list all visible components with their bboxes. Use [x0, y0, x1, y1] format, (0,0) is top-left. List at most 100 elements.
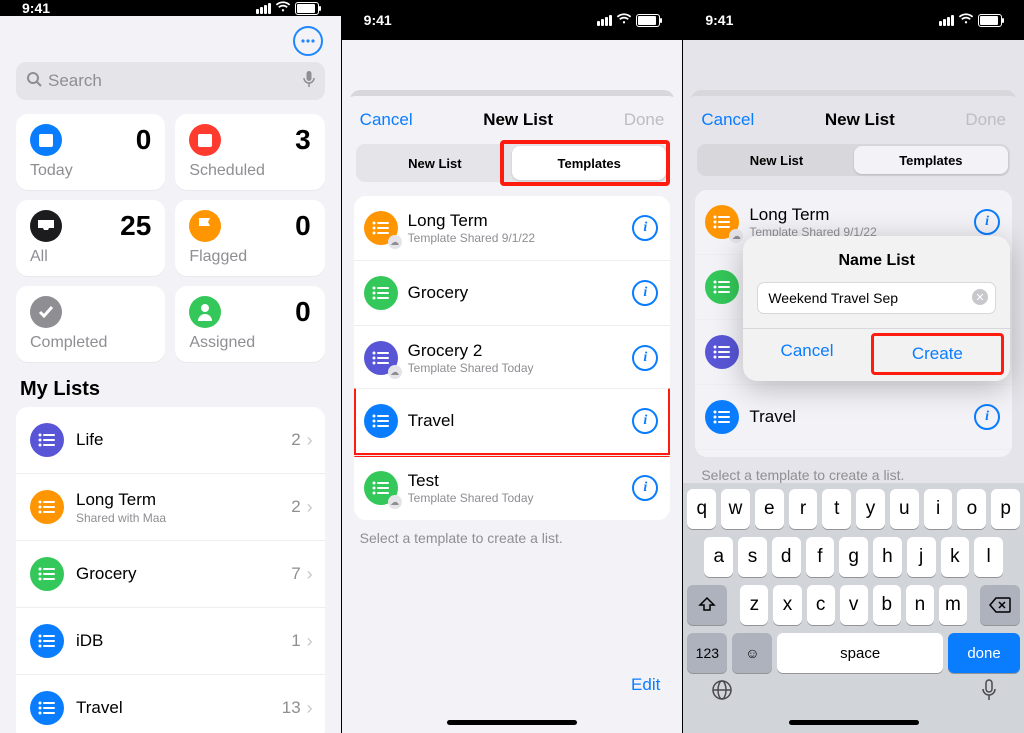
chevron-icon: ›	[307, 497, 313, 518]
more-button[interactable]	[293, 26, 323, 56]
count: 0	[295, 210, 311, 242]
keyboard-done-key[interactable]: done	[948, 633, 1020, 673]
key-i[interactable]: i	[924, 489, 953, 529]
key-q[interactable]: q	[687, 489, 716, 529]
key-j[interactable]: j	[907, 537, 936, 577]
list-count: 2	[291, 497, 300, 517]
key-l[interactable]: l	[974, 537, 1003, 577]
modal-title: New List	[483, 110, 553, 130]
space-key[interactable]: space	[777, 633, 943, 673]
key-s[interactable]: s	[738, 537, 767, 577]
template-row[interactable]: Groceryi	[354, 260, 671, 325]
list-icon	[30, 423, 64, 457]
list-icon	[364, 404, 398, 438]
globe-icon[interactable]	[711, 679, 733, 707]
list-sub: Shared with Maa	[76, 511, 291, 525]
list-icon	[30, 624, 64, 658]
screen-reminders-home: 9:41 Search 0Today3Scheduled25All0Flagge…	[0, 0, 341, 733]
key-p[interactable]: p	[991, 489, 1020, 529]
list-name: Life	[76, 430, 291, 450]
key-k[interactable]: k	[941, 537, 970, 577]
key-v[interactable]: v	[840, 585, 868, 625]
key-e[interactable]: e	[755, 489, 784, 529]
edit-button[interactable]: Edit	[609, 675, 682, 705]
home-indicator	[789, 720, 919, 725]
smart-flagged[interactable]: 0Flagged	[175, 200, 324, 276]
key-z[interactable]: z	[740, 585, 768, 625]
home-indicator	[447, 720, 577, 725]
key-g[interactable]: g	[839, 537, 868, 577]
list-row[interactable]: iDB1›	[16, 607, 325, 674]
key-x[interactable]: x	[773, 585, 801, 625]
seg-new-list[interactable]: New List	[358, 146, 512, 180]
info-icon[interactable]: i	[632, 408, 658, 434]
status-time: 9:41	[22, 0, 50, 16]
template-sub: Template Shared 9/1/22	[408, 231, 633, 245]
list-row[interactable]: Long TermShared with Maa2›	[16, 473, 325, 540]
info-icon[interactable]: i	[632, 280, 658, 306]
dialog-cancel-button[interactable]: Cancel	[743, 329, 870, 381]
key-y[interactable]: y	[856, 489, 885, 529]
seg-templates[interactable]: Templates	[512, 146, 666, 180]
shared-badge-icon: ☁	[388, 495, 402, 509]
smart-all[interactable]: 25All	[16, 200, 165, 276]
key-d[interactable]: d	[772, 537, 801, 577]
info-icon[interactable]: i	[632, 345, 658, 371]
list-row[interactable]: Life2›	[16, 407, 325, 473]
key-b[interactable]: b	[873, 585, 901, 625]
list-row[interactable]: Grocery7›	[16, 540, 325, 607]
dialog-create-button[interactable]: Create	[871, 333, 1004, 375]
list-row[interactable]: Travel13›	[16, 674, 325, 733]
template-row[interactable]: ☁Long TermTemplate Shared 9/1/22i	[354, 196, 671, 260]
key-w[interactable]: w	[721, 489, 750, 529]
shift-key[interactable]	[687, 585, 727, 625]
info-icon[interactable]: i	[632, 475, 658, 501]
status-bar: 9:41	[683, 0, 1024, 40]
chevron-icon: ›	[307, 564, 313, 585]
smart-scheduled[interactable]: 3Scheduled	[175, 114, 324, 190]
label: Scheduled	[189, 162, 310, 180]
template-row[interactable]: ☁TestTemplate Shared Todayi	[354, 455, 671, 520]
template-row[interactable]: Traveli	[354, 388, 671, 457]
emoji-key[interactable]: ☺	[732, 633, 772, 673]
key-o[interactable]: o	[957, 489, 986, 529]
mic-icon[interactable]	[303, 70, 315, 93]
template-sub: Template Shared Today	[408, 361, 633, 375]
status-time: 9:41	[364, 12, 392, 28]
done-button[interactable]: Done	[624, 110, 665, 130]
key-c[interactable]: c	[807, 585, 835, 625]
smart-today[interactable]: 0Today	[16, 114, 165, 190]
smart-assigned[interactable]: 0Assigned	[175, 286, 324, 362]
info-icon[interactable]: i	[632, 215, 658, 241]
cancel-button[interactable]: Cancel	[360, 110, 413, 130]
new-list-modal: Cancel New List Done New List Templates …	[683, 96, 1024, 493]
key-n[interactable]: n	[906, 585, 934, 625]
label: Assigned	[189, 334, 310, 352]
list-name-input[interactable]	[757, 282, 996, 314]
clear-icon[interactable]: ✕	[972, 289, 988, 305]
completed-icon	[30, 296, 62, 328]
scheduled-icon	[189, 124, 221, 156]
key-m[interactable]: m	[939, 585, 967, 625]
status-bar: 9:41	[0, 0, 341, 16]
list-count: 13	[282, 698, 301, 718]
template-name: Long Term	[408, 211, 633, 231]
search-icon	[26, 71, 42, 92]
flagged-icon	[189, 210, 221, 242]
cellular-icon	[939, 15, 954, 26]
smart-completed[interactable]: Completed	[16, 286, 165, 362]
list-name: Travel	[76, 698, 282, 718]
key-t[interactable]: t	[822, 489, 851, 529]
key-f[interactable]: f	[806, 537, 835, 577]
keyboard[interactable]: qwertyuiop asdfghjkl zxcvbnm 123 ☺ space…	[683, 483, 1024, 733]
search-input[interactable]: Search	[16, 62, 325, 100]
key-h[interactable]: h	[873, 537, 902, 577]
key-r[interactable]: r	[789, 489, 818, 529]
numbers-key[interactable]: 123	[687, 633, 727, 673]
template-row[interactable]: ☁Grocery 2Template Shared Todayi	[354, 325, 671, 390]
key-a[interactable]: a	[704, 537, 733, 577]
key-u[interactable]: u	[890, 489, 919, 529]
template-sub: Template Shared Today	[408, 491, 633, 505]
backspace-key[interactable]	[980, 585, 1020, 625]
dictation-icon[interactable]	[982, 679, 996, 707]
